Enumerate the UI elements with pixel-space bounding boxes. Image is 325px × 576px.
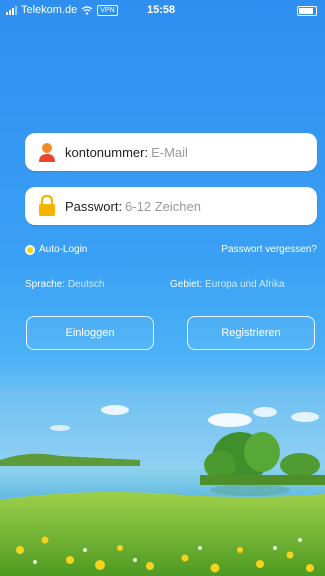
login-button[interactable]: Einloggen — [26, 316, 154, 350]
auto-login-row: Auto-Login Passwort vergessen? — [25, 244, 317, 255]
landscape-background-image — [0, 390, 325, 576]
language-selector[interactable]: Sprache: Deutsch — [25, 279, 105, 290]
language-value: Deutsch — [67, 279, 105, 290]
status-left: Telekom.de VPN — [6, 4, 118, 16]
status-bar: Telekom.de VPN 15:58 — [0, 0, 325, 22]
user-icon — [39, 143, 55, 162]
region-value: Europa und Afrika — [205, 279, 285, 290]
region-selector[interactable]: Gebiet: Europa und Afrika — [170, 279, 285, 290]
forgot-password-link[interactable]: Passwort vergessen? — [221, 244, 317, 255]
settings-row: Sprache: Deutsch Gebiet: Europa und Afri… — [25, 279, 317, 290]
password-placeholder[interactable]: 6-12 Zeichen — [125, 199, 201, 214]
username-placeholder[interactable]: E-Mail — [151, 145, 188, 160]
signal-icon — [6, 5, 17, 15]
auto-login-radio[interactable] — [25, 244, 35, 255]
status-time: 15:58 — [147, 4, 176, 16]
username-label: kontonummer: — [65, 144, 149, 160]
battery-icon — [297, 6, 317, 16]
region-key: Gebiet: — [170, 279, 203, 290]
wifi-icon — [81, 5, 93, 15]
carrier-name: Telekom.de — [21, 4, 78, 16]
vpn-badge: VPN — [97, 4, 118, 16]
password-label: Passwort: — [65, 198, 123, 214]
auto-login-label[interactable]: Auto-Login — [39, 244, 87, 255]
register-button[interactable]: Registrieren — [187, 316, 315, 350]
lock-icon — [39, 195, 55, 216]
username-field[interactable]: kontonummer: E-Mail — [25, 133, 317, 171]
language-key: Sprache: — [25, 279, 66, 290]
password-field[interactable]: Passwort: 6-12 Zeichen — [25, 187, 317, 225]
